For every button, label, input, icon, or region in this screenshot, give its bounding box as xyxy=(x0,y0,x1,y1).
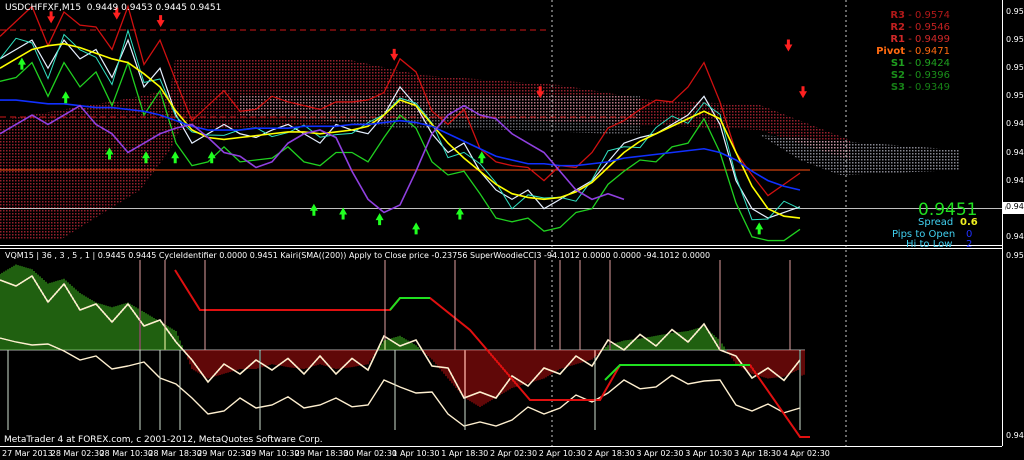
chart-window[interactable]: 0.9451 USDCHFFXF,M15 0.9449 0.9453 0.944… xyxy=(0,0,1024,460)
time-axis-tick: 1 Apr 10:30 xyxy=(392,449,440,458)
symbol-label: USDCHFFXF,M15 xyxy=(5,3,82,13)
pivot-level-r2: R2 - 0.9546 xyxy=(890,22,950,33)
pivot-label: R1 xyxy=(890,34,906,45)
kairi-line-2 xyxy=(0,337,801,427)
chart-canvas[interactable]: 0.9451 xyxy=(0,0,1024,460)
sell-arrow-icon xyxy=(156,15,165,28)
time-axis-tick: 29 Mar 02:30 xyxy=(197,449,251,458)
time-axis-tick: 30 Mar 02:30 xyxy=(343,449,398,458)
time-axis-tick: 29 Mar 18:30 xyxy=(294,449,349,458)
pivot-value: 0.9574 xyxy=(915,10,950,21)
sub-scale-top: 0.9578 xyxy=(1006,251,1024,260)
price-axis-tick: 0.9435 xyxy=(1006,231,1024,241)
pivot-level-r1: R1 - 0.9499 xyxy=(890,34,950,45)
pivot-label: S3 xyxy=(890,82,906,93)
buy-arrow-icon xyxy=(61,91,70,104)
pivot-sep: - xyxy=(905,10,915,21)
pivot-label: Pivot xyxy=(876,46,906,57)
time-axis-tick: 2 Apr 10:30 xyxy=(538,449,586,458)
price-axis-tick: 0.9480 xyxy=(1006,147,1024,157)
sell-arrow-icon xyxy=(390,48,399,61)
pivot-value: 0.9349 xyxy=(915,82,950,93)
subwindow-title: VQM15 | 36 , 3 , 5 , 1 | 0.9445 0.9445 C… xyxy=(5,251,711,260)
pivot-label: R3 xyxy=(890,10,906,21)
pivot-level-r3: R3 - 0.9574 xyxy=(890,10,950,21)
price-axis-tick: 0.9465 xyxy=(1006,175,1024,185)
price-axis-tick: 0.9510 xyxy=(1006,91,1024,101)
time-axis-tick: 28 Mar 10:30 xyxy=(99,449,154,458)
time-axis-tick: 27 Mar 2013 xyxy=(2,449,53,458)
price-axis-tick: 0.9525 xyxy=(1006,63,1024,73)
time-axis-tick: 29 Mar 10:30 xyxy=(246,449,300,458)
price-axis-tick: 0.9555 xyxy=(1006,7,1024,16)
pivot-sep: - xyxy=(905,34,915,45)
stop-line-green xyxy=(389,297,430,311)
pivot-sep: - xyxy=(905,70,915,81)
pivot-value: 0.9424 xyxy=(915,58,950,69)
buy-arrow-icon xyxy=(412,222,421,235)
time-axis-tick: 28 Mar 18:30 xyxy=(148,449,202,458)
ohlc-label: 0.9449 0.9453 0.9445 0.9451 xyxy=(86,3,222,13)
pivot-sep: - xyxy=(905,58,915,69)
buy-arrow-icon xyxy=(339,207,348,220)
buy-arrow-icon xyxy=(309,203,318,216)
pivot-label: R2 xyxy=(890,22,906,33)
chart-header: USDCHFFXF,M15 0.9449 0.9453 0.9445 0.945… xyxy=(5,3,221,13)
pivot-sep: - xyxy=(905,46,915,57)
time-axis-tick: 1 Apr 18:30 xyxy=(441,449,489,458)
pivot-level-pivot: Pivot - 0.9471 xyxy=(876,46,950,57)
time-axis-tick: 3 Apr 18:30 xyxy=(734,449,782,458)
sub-scale-bottom: 0.9438 xyxy=(1006,431,1024,440)
time-axis-tick: 3 Apr 02:30 xyxy=(636,449,684,458)
price-axis-tick: 0.9451 xyxy=(1006,201,1024,211)
buy-arrow-icon xyxy=(375,213,384,226)
pivot-value: 0.9396 xyxy=(915,70,950,81)
price-axis-tick: 0.9540 xyxy=(1006,35,1024,45)
hi-to-low-label: Hi to Low xyxy=(906,239,953,250)
sell-arrow-icon xyxy=(799,86,807,99)
time-axis-tick: 4 Apr 02:30 xyxy=(782,449,830,458)
ichimoku-cloud-future xyxy=(760,135,960,175)
ichimoku-cloud-light xyxy=(240,95,640,135)
time-axis-tick: 3 Apr 10:30 xyxy=(685,449,733,458)
buy-arrow-icon xyxy=(171,151,180,164)
buy-arrow-icon xyxy=(455,207,464,220)
pivot-label: S2 xyxy=(890,70,906,81)
sell-arrow-icon xyxy=(784,39,793,52)
pivot-level-s3: S3 - 0.9349 xyxy=(891,82,950,93)
pivot-level-s2: S2 - 0.9396 xyxy=(891,70,950,81)
time-axis-tick: 28 Mar 02:30 xyxy=(50,449,105,458)
spread-value: 0.6 xyxy=(960,217,978,228)
copyright-label: MetaTrader 4 at FOREX.com, c 2001-2012, … xyxy=(4,435,323,445)
sell-arrow-icon xyxy=(47,11,56,24)
pivot-label: S1 xyxy=(890,58,906,69)
pivot-value: 0.9471 xyxy=(915,46,950,57)
price-axis-tick: 0.9495 xyxy=(1006,119,1024,129)
time-axis-tick: 2 Apr 18:30 xyxy=(587,449,635,458)
pivot-value: 0.9546 xyxy=(915,22,950,33)
spread-label: Spread xyxy=(918,217,954,228)
pivot-level-s1: S1 - 0.9424 xyxy=(891,58,950,69)
hi-to-low-value: 2 xyxy=(966,239,973,250)
buy-arrow-icon xyxy=(17,57,26,70)
pivot-sep: - xyxy=(905,22,915,33)
time-axis-tick: 2 Apr 02:30 xyxy=(490,449,538,458)
pivot-sep: - xyxy=(905,82,915,93)
buy-arrow-icon xyxy=(755,222,764,235)
pivot-value: 0.9499 xyxy=(915,34,950,45)
